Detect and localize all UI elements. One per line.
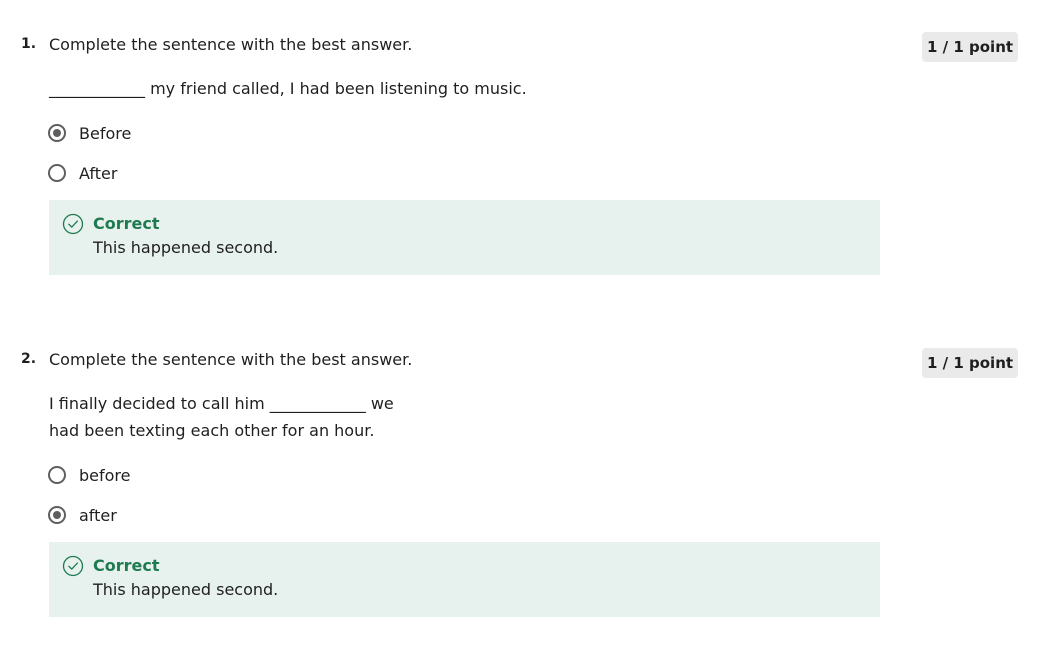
check-circle-icon xyxy=(62,555,84,577)
feedback-text: This happened second. xyxy=(93,238,279,257)
check-circle-icon xyxy=(62,213,84,235)
sentence-line: I finally decided to call him __________… xyxy=(49,394,394,413)
option-label: before xyxy=(79,465,131,485)
radio-button[interactable] xyxy=(48,164,66,182)
points-badge: 1 / 1 point xyxy=(922,348,1019,378)
radio-button-selected[interactable] xyxy=(48,124,66,142)
feedback-panel: Correct This happened second. xyxy=(49,542,880,617)
question-number: 1. xyxy=(21,36,37,52)
feedback-text: This happened second. xyxy=(93,580,279,599)
answer-option-after[interactable]: after xyxy=(48,503,117,527)
answer-option-after[interactable]: After xyxy=(48,161,117,185)
option-label: Before xyxy=(79,123,132,143)
question-number: 2. xyxy=(21,351,37,367)
question-prompt: Complete the sentence with the best answ… xyxy=(49,350,413,369)
points-badge: 1 / 1 point xyxy=(922,32,1019,62)
feedback-status: Correct xyxy=(93,214,160,233)
question-prompt: Complete the sentence with the best answ… xyxy=(49,35,413,54)
question-sentence: ____________ my friend called, I had bee… xyxy=(49,75,527,102)
question-sentence: I finally decided to call him __________… xyxy=(49,390,394,444)
sentence-line: had been texting each other for an hour. xyxy=(49,421,375,440)
option-label: After xyxy=(79,163,118,183)
feedback-panel: Correct This happened second. xyxy=(49,200,880,275)
radio-button-selected[interactable] xyxy=(48,506,66,524)
radio-button[interactable] xyxy=(48,466,66,484)
answer-option-before[interactable]: before xyxy=(48,463,131,487)
sentence-line: ____________ my friend called, I had bee… xyxy=(49,79,527,98)
option-label: after xyxy=(79,505,117,525)
answer-option-before[interactable]: Before xyxy=(48,121,131,145)
feedback-status: Correct xyxy=(93,556,160,575)
